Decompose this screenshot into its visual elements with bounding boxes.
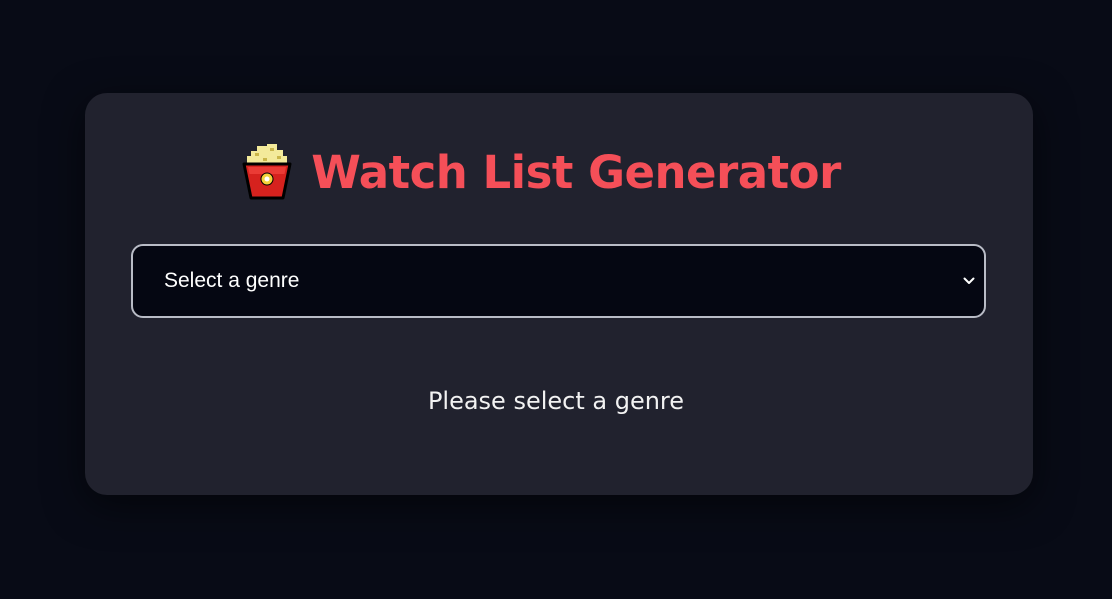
status-message: Please select a genre [427, 387, 685, 415]
header: Watch List Generator [0, 142, 1112, 202]
popcorn-icon [242, 144, 292, 200]
chevron-down-icon [963, 277, 975, 284]
page: { "app": { "title": "Watch List Generato… [0, 0, 1112, 599]
genre-select[interactable]: Select a genre [131, 244, 986, 318]
genre-select-value: Select a genre [164, 269, 300, 292]
page-title: Watch List Generator [311, 145, 841, 199]
